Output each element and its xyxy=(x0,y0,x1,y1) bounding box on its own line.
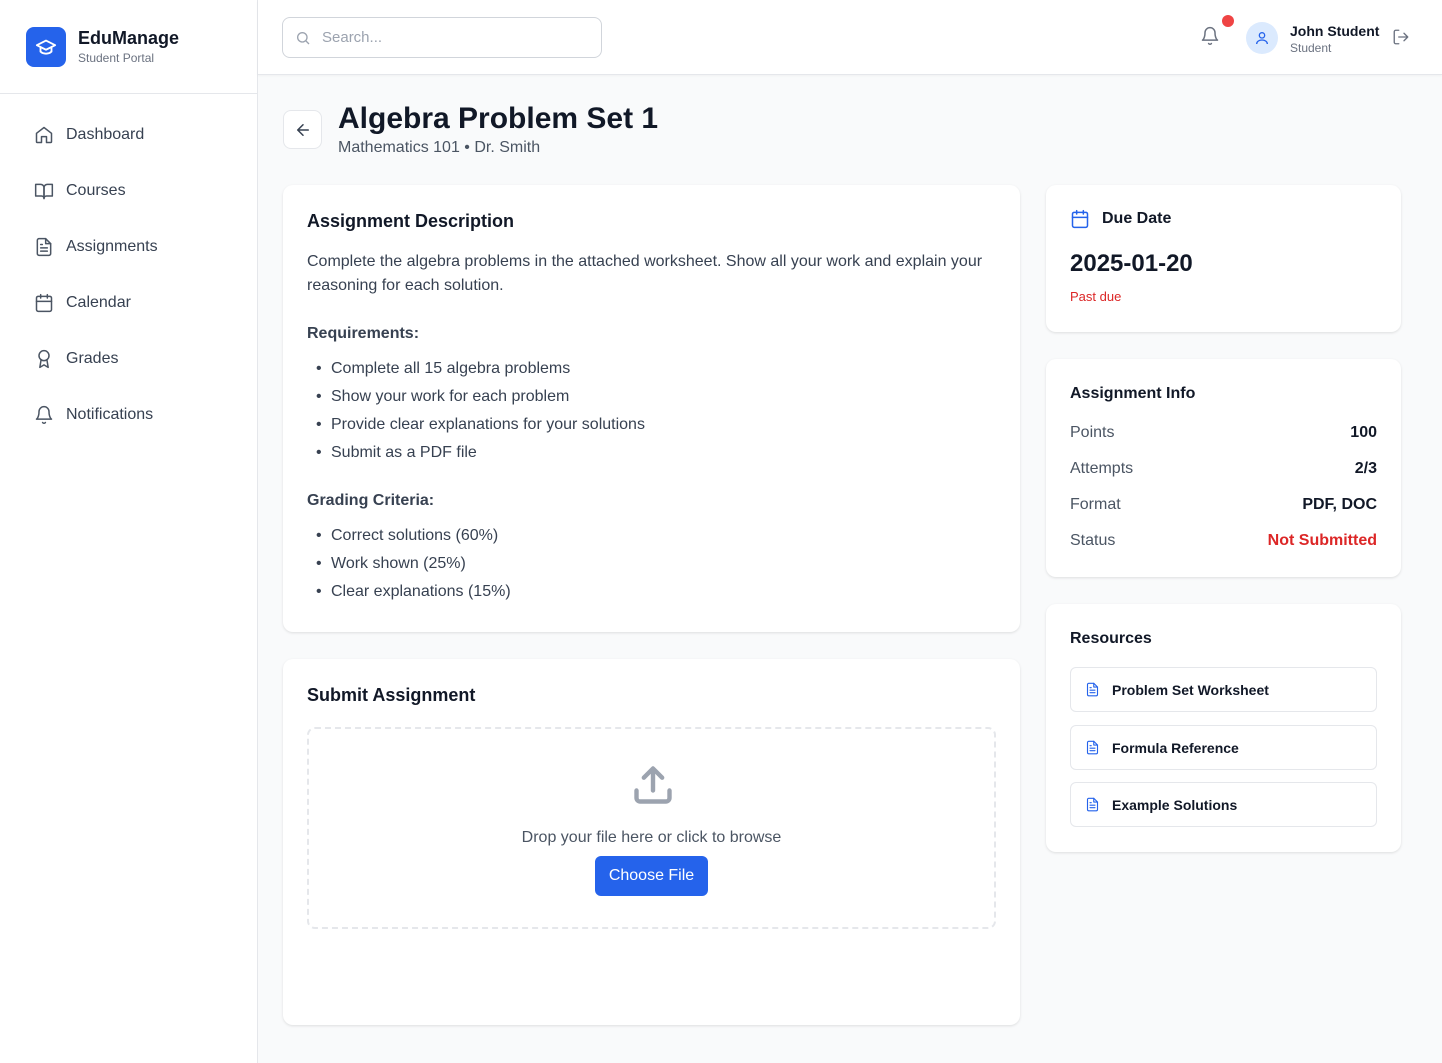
home-icon xyxy=(35,126,53,144)
logout-icon xyxy=(1393,29,1409,45)
sidebar-item-label: Notifications xyxy=(66,406,154,423)
info-label: Points xyxy=(1070,424,1115,441)
info-row-format: Format PDF, DOC xyxy=(1070,487,1377,523)
brand-subtitle: Student Portal xyxy=(78,51,155,65)
sidebar-item-label: Dashboard xyxy=(66,126,145,143)
file-text-icon xyxy=(1086,740,1099,755)
resource-label: Example Solutions xyxy=(1112,796,1238,813)
info-row-points: Points 100 xyxy=(1070,415,1377,451)
sidebar-item-label: Grades xyxy=(66,350,119,367)
card-title: Submit Assignment xyxy=(307,685,476,705)
notifications-button[interactable] xyxy=(1200,26,1222,48)
back-button[interactable] xyxy=(283,110,322,149)
graduation-cap-icon xyxy=(26,26,66,67)
info-row-status: Status Not Submitted xyxy=(1070,523,1377,559)
file-text-icon xyxy=(1086,682,1099,697)
dropzone-text: Drop your file here or click to browse xyxy=(521,829,782,846)
sidebar-item-label: Assignments xyxy=(66,238,158,255)
info-value: PDF, DOC xyxy=(1302,496,1377,513)
card-title: Resources xyxy=(1070,630,1152,647)
resources-card: Resources Problem Set Worksheet Formula … xyxy=(1046,604,1401,852)
page-title: Algebra Problem Set 1 xyxy=(338,102,659,135)
assignment-description-card: Assignment Description Complete the alge… xyxy=(283,185,1020,632)
logout-button[interactable] xyxy=(1392,28,1410,51)
file-dropzone[interactable]: Drop your file here or click to browse C… xyxy=(307,727,996,929)
choose-file-button[interactable]: Choose File xyxy=(595,856,708,896)
info-label: Status xyxy=(1070,532,1116,549)
award-icon xyxy=(38,349,50,369)
grading-list: Correct solutions (60%) Work shown (25%)… xyxy=(307,522,996,606)
calendar-icon xyxy=(35,293,53,313)
card-title: Assignment Description xyxy=(307,211,515,231)
list-item: Correct solutions (60%) xyxy=(307,522,996,550)
brand[interactable]: EduManage Student Portal xyxy=(0,0,257,94)
book-open-icon xyxy=(34,183,54,200)
search-input[interactable] xyxy=(322,29,582,46)
card-title: Assignment Info xyxy=(1070,385,1196,402)
upload-icon xyxy=(631,763,675,812)
sidebar-nav: Dashboard Courses Assignments Calendar G… xyxy=(0,94,257,443)
requirements-list: Complete all 15 algebra problems Show yo… xyxy=(307,355,996,467)
due-status: Past due xyxy=(1070,289,1122,304)
status-badge: Not Submitted xyxy=(1267,532,1377,549)
sidebar: EduManage Student Portal Dashboard Cours… xyxy=(0,0,258,1063)
resource-label: Problem Set Worksheet xyxy=(1112,681,1269,698)
list-item: Provide clear explanations for your solu… xyxy=(307,411,996,439)
list-item: Clear explanations (15%) xyxy=(307,578,996,606)
user-icon xyxy=(1256,32,1268,45)
card-title: Due Date xyxy=(1102,210,1172,227)
description-text: Complete the algebra problems in the att… xyxy=(307,253,983,294)
due-date-card: Due Date 2025-01-20 Past due xyxy=(1046,185,1401,332)
sidebar-item-courses[interactable]: Courses xyxy=(0,163,257,219)
grading-heading: Grading Criteria: xyxy=(307,492,435,509)
list-item: Work shown (25%) xyxy=(307,550,996,578)
avatar[interactable] xyxy=(1246,22,1278,54)
resource-link[interactable]: Example Solutions xyxy=(1070,782,1377,827)
requirements-heading: Requirements: xyxy=(307,325,420,342)
bell-icon xyxy=(35,405,53,425)
search-box[interactable] xyxy=(282,17,602,58)
brand-name: EduManage xyxy=(78,28,180,48)
calendar-icon xyxy=(1071,209,1089,229)
user-name: John Student xyxy=(1290,23,1380,39)
assignment-info-card: Assignment Info Points 100 Attempts 2/3 … xyxy=(1046,359,1401,577)
list-item: Submit as a PDF file xyxy=(307,439,996,467)
sidebar-item-dashboard[interactable]: Dashboard xyxy=(0,107,257,163)
bell-icon xyxy=(1201,26,1219,46)
notification-badge xyxy=(1222,15,1234,27)
file-text-icon xyxy=(1086,797,1099,812)
sidebar-item-label: Courses xyxy=(66,182,126,199)
arrow-left-icon xyxy=(296,123,309,136)
sidebar-item-notifications[interactable]: Notifications xyxy=(0,387,257,443)
file-text-icon xyxy=(36,237,52,257)
search-icon xyxy=(297,31,310,44)
list-item: Complete all 15 algebra problems xyxy=(307,355,996,383)
sidebar-item-label: Calendar xyxy=(66,294,131,311)
sidebar-item-calendar[interactable]: Calendar xyxy=(0,275,257,331)
resource-link[interactable]: Formula Reference xyxy=(1070,725,1377,770)
due-date-value: 2025-01-20 xyxy=(1070,250,1193,277)
resource-link[interactable]: Problem Set Worksheet xyxy=(1070,667,1377,712)
info-label: Format xyxy=(1070,496,1121,513)
top-header: John Student Student xyxy=(258,0,1442,75)
info-value: 100 xyxy=(1350,424,1377,441)
info-row-attempts: Attempts 2/3 xyxy=(1070,451,1377,487)
user-info[interactable]: John Student Student xyxy=(1290,22,1379,56)
info-label: Attempts xyxy=(1070,460,1134,477)
page-subtitle: Mathematics 101 • Dr. Smith xyxy=(338,139,541,156)
resource-label: Formula Reference xyxy=(1112,739,1239,756)
sidebar-item-assignments[interactable]: Assignments xyxy=(0,219,257,275)
list-item: Show your work for each problem xyxy=(307,383,996,411)
submit-assignment-card: Submit Assignment Drop your file here or… xyxy=(283,659,1020,1025)
info-value: 2/3 xyxy=(1354,460,1377,477)
sidebar-item-grades[interactable]: Grades xyxy=(0,331,257,387)
user-role: Student xyxy=(1290,41,1332,55)
